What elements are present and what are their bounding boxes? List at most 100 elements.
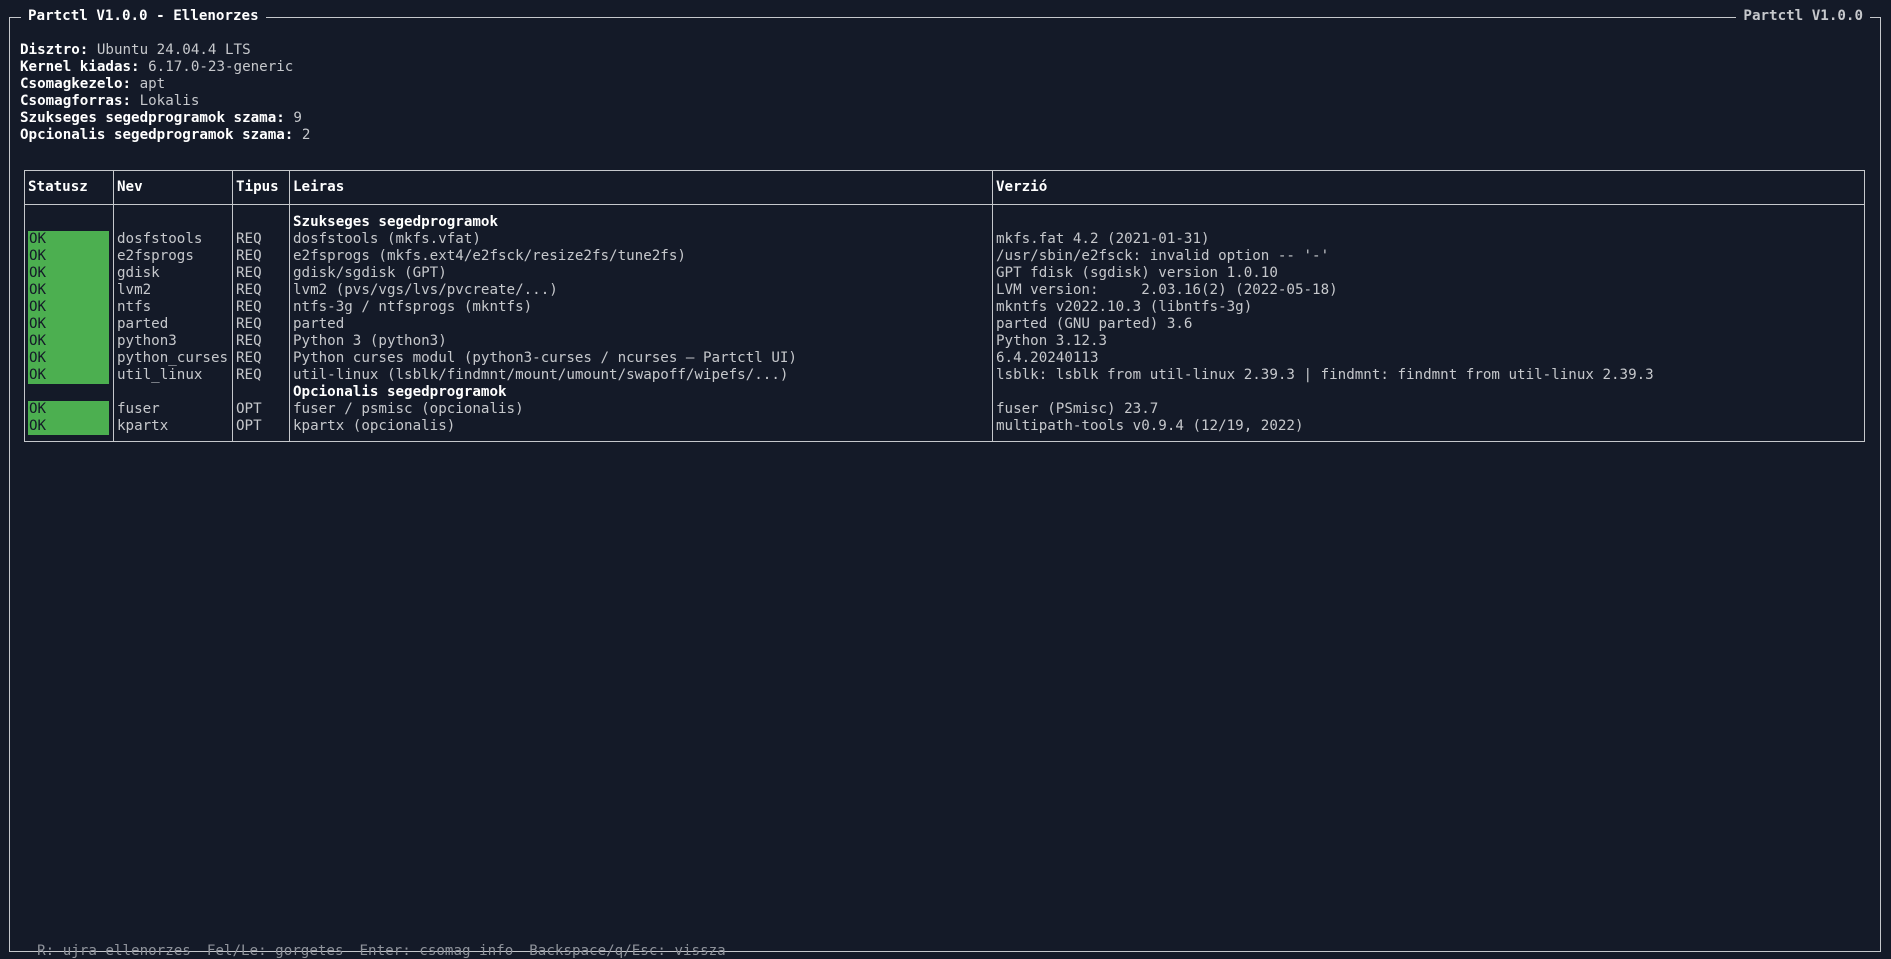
info-label: Csomagkezelo: (20, 76, 132, 92)
header-status[interactable]: Statusz (28, 179, 88, 196)
keybinding-hints: R: ujra ellenorzes Fel/Le: gorgetes Enter:… (20, 926, 726, 959)
package-version: mkntfs v2022.10.3 (libntfs-3g) (996, 299, 1253, 315)
package-name: lvm2 (117, 282, 152, 298)
package-type: REQ (236, 350, 262, 366)
info-value: apt (139, 76, 166, 92)
package-name: gdisk (117, 265, 160, 281)
table-row[interactable]: OK ntfs REQ ntfs-3g / ntfsprogs (mkntfs) mkn… (25, 299, 1864, 316)
info-row-kernel: Kernel kiadas: 6.17.0-23-generic (20, 59, 310, 76)
header-divider (25, 204, 1864, 205)
info-row-package-source: Csomagforras: Lokalis (20, 93, 310, 110)
info-row-optional-count: Opcionalis segedprogramok szama: 2 (20, 127, 310, 144)
package-description: kpartx (opcionalis) (293, 418, 456, 434)
package-version: /usr/sbin/e2fsck: invalid option -- '-' (996, 248, 1330, 264)
window-title: Partctl V1.0.0 - Ellenorzes (21, 8, 266, 25)
package-version: multipath-tools v0.9.4 (12/19, 2022) (996, 418, 1304, 434)
package-description: ntfs-3g / ntfsprogs (mkntfs) (293, 299, 533, 315)
window-title-right: Partctl V1.0.0 (1736, 8, 1870, 25)
package-description: gdisk/sgdisk (GPT) (293, 265, 447, 281)
status-badge: OK (28, 282, 109, 299)
table-row[interactable]: OK dosfstools REQ dosfstools (mkfs.vfat) mkf… (25, 231, 1864, 248)
package-name: ntfs (117, 299, 152, 315)
package-description: lvm2 (pvs/vgs/lvs/pvcreate/...) (293, 282, 558, 298)
package-type: REQ (236, 367, 262, 383)
group-header-row: Opcionalis segedprogramok (25, 384, 1864, 401)
package-version: GPT fdisk (sgdisk) version 1.0.10 (996, 265, 1278, 281)
package-name: python_curses (117, 350, 229, 366)
package-name: fuser (117, 401, 160, 417)
package-description: parted (293, 316, 345, 332)
info-label: Szukseges segedprogramok szama: (20, 110, 285, 126)
package-description: Python 3 (python3) (293, 333, 447, 349)
package-name: util_linux (117, 367, 203, 383)
package-version: fuser (PSmisc) 23.7 (996, 401, 1159, 417)
status-badge: OK (28, 248, 109, 265)
status-badge: OK (28, 231, 109, 248)
package-name: python3 (117, 333, 177, 349)
package-type: REQ (236, 299, 262, 315)
info-label: Opcionalis segedprogramok szama: (20, 127, 294, 143)
package-version: mkfs.fat 4.2 (2021-01-31) (996, 231, 1210, 247)
info-value: 2 (301, 127, 311, 143)
package-version: lsblk: lsblk from util-linux 2.39.3 | fi… (996, 367, 1654, 383)
table-row[interactable]: OK python3 REQ Python 3 (python3) Python 3.1… (25, 333, 1864, 350)
header-version[interactable]: Verzió (996, 179, 1047, 196)
status-badge: OK (28, 265, 109, 282)
package-description: dosfstools (mkfs.vfat) (293, 231, 481, 247)
table-row[interactable]: OK python_curses REQ Python curses modul (p… (25, 350, 1864, 367)
system-info-panel: Disztro: Ubuntu 24.04.4 LTS Kernel kiada… (20, 42, 310, 144)
table-row[interactable]: OK e2fsprogs REQ e2fsprogs (mkfs.ext4/e2fsc… (25, 248, 1864, 265)
table-row[interactable]: OK util_linux REQ util-linux (lsblk/findmnt… (25, 367, 1864, 384)
header-name[interactable]: Nev (117, 179, 143, 196)
package-type: REQ (236, 282, 262, 298)
status-badge: OK (28, 401, 109, 418)
package-type: REQ (236, 316, 262, 332)
package-type: REQ (236, 265, 262, 281)
info-label: Csomagforras: (20, 93, 132, 109)
main-window-frame (9, 17, 1881, 952)
group-header-label: Opcionalis segedprogramok (293, 384, 507, 400)
package-type: OPT (236, 418, 262, 434)
header-description[interactable]: Leiras (293, 179, 344, 196)
package-version: Python 3.12.3 (996, 333, 1108, 349)
info-label: Disztro: (20, 42, 89, 58)
status-badge: OK (28, 299, 109, 316)
package-description: e2fsprogs (mkfs.ext4/e2fsck/resize2fs/tu… (293, 248, 686, 264)
info-value: 9 (293, 110, 302, 126)
package-name: kpartx (117, 418, 169, 434)
group-header-row: Szukseges segedprogramok (25, 214, 1864, 231)
package-name: e2fsprogs (117, 248, 194, 264)
table-row[interactable]: OK kpartx OPT kpartx (opcionalis) multipath-… (25, 418, 1864, 435)
status-badge: OK (28, 333, 109, 350)
package-type: REQ (236, 248, 262, 264)
info-row-package-manager: Csomagkezelo: apt (20, 76, 310, 93)
package-type: REQ (236, 231, 262, 247)
table-row[interactable]: OK fuser OPT fuser / psmisc (opcionalis) fus… (25, 401, 1864, 418)
hint-back: Backspace/q/Esc: vissza (529, 943, 726, 959)
info-value: 6.17.0-23-generic (148, 59, 294, 75)
package-version: parted (GNU parted) 3.6 (996, 316, 1193, 332)
info-row-required-count: Szukseges segedprogramok szama: 9 (20, 110, 310, 127)
hint-package-info: Enter: csomag info (359, 943, 514, 959)
info-value: Ubuntu 24.04.4 LTS (96, 42, 251, 58)
package-type: REQ (236, 333, 262, 349)
group-header-label: Szukseges segedprogramok (293, 214, 498, 230)
status-badge: OK (28, 350, 109, 367)
dependency-table: Statusz Nev Tipus Leiras Verzió Szuksege… (24, 170, 1865, 442)
info-row-distro: Disztro: Ubuntu 24.04.4 LTS (20, 42, 310, 59)
table-row[interactable]: OK lvm2 REQ lvm2 (pvs/vgs/lvs/pvcreate/...)… (25, 282, 1864, 299)
info-value: Lokalis (139, 93, 200, 109)
package-description: fuser / psmisc (opcionalis) (293, 401, 524, 417)
status-badge: OK (28, 367, 109, 384)
package-version: LVM version: 2.03.16(2) (2022-05-18) (996, 282, 1338, 298)
table-row[interactable]: OK gdisk REQ gdisk/sgdisk (GPT) GPT fdisk (s… (25, 265, 1864, 282)
table-row[interactable]: OK parted REQ parted parted (GNU parted) 3.6 (25, 316, 1864, 333)
package-description: Python curses modul (python3-curses / nc… (293, 350, 797, 366)
package-type: OPT (236, 401, 262, 417)
header-type[interactable]: Tipus (236, 179, 279, 196)
status-badge: OK (28, 316, 109, 333)
package-description: util-linux (lsblk/findmnt/mount/umount/s… (293, 367, 789, 383)
status-badge: OK (28, 418, 109, 435)
package-version: 6.4.20240113 (996, 350, 1099, 366)
hint-recheck: R: ujra ellenorzes (37, 943, 191, 959)
